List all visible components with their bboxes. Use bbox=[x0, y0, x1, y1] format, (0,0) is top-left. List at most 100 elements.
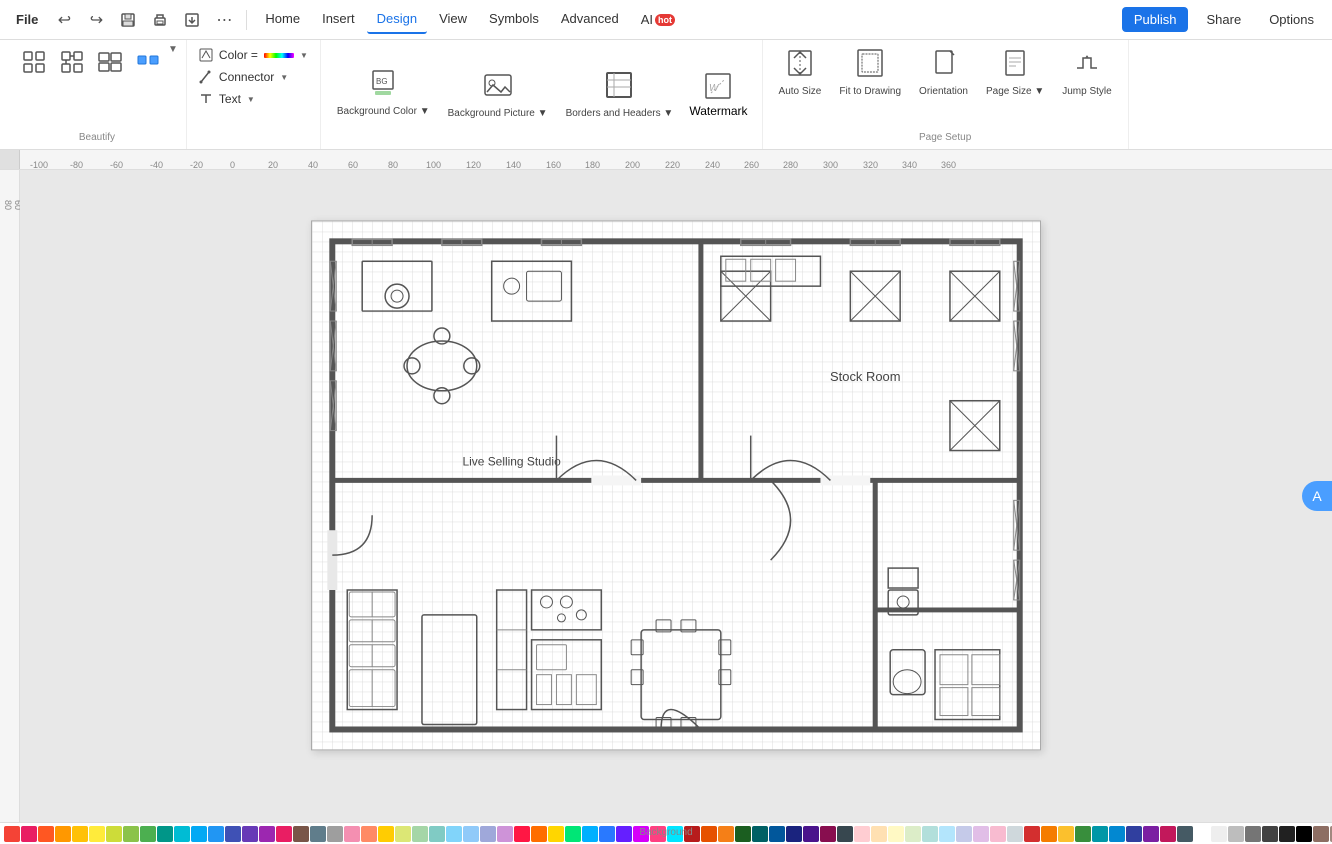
canvas-area[interactable]: Live Selling Studio bbox=[20, 170, 1332, 822]
color-swatch-item[interactable] bbox=[497, 826, 513, 842]
color-row[interactable]: Color = ▼ bbox=[195, 46, 312, 64]
color-swatch-item[interactable] bbox=[922, 826, 938, 842]
text-row[interactable]: Text ▼ bbox=[195, 90, 312, 108]
ai-assistant-button[interactable]: A bbox=[1302, 481, 1332, 511]
color-swatch-item[interactable] bbox=[361, 826, 377, 842]
color-swatch-item[interactable] bbox=[1041, 826, 1057, 842]
watermark-button[interactable]: W Watermark bbox=[683, 67, 753, 122]
beautify-more-arrow[interactable]: ▼ bbox=[168, 44, 178, 80]
nav-design[interactable]: Design bbox=[367, 5, 427, 34]
orientation-button[interactable]: Orientation bbox=[911, 44, 976, 102]
color-swatch-item[interactable] bbox=[1075, 826, 1091, 842]
color-swatch-item[interactable] bbox=[956, 826, 972, 842]
color-swatch-item[interactable] bbox=[123, 826, 139, 842]
color-swatch-item[interactable] bbox=[1092, 826, 1108, 842]
color-swatch-item[interactable] bbox=[973, 826, 989, 842]
color-swatch-item[interactable] bbox=[1245, 826, 1261, 842]
color-swatch-item[interactable] bbox=[225, 826, 241, 842]
redo-button[interactable]: ↪ bbox=[82, 6, 110, 34]
color-swatch-item[interactable] bbox=[786, 826, 802, 842]
bg-picture-button[interactable]: Background Picture ▼ bbox=[440, 66, 556, 124]
color-swatch-item[interactable] bbox=[582, 826, 598, 842]
color-swatch-item[interactable] bbox=[310, 826, 326, 842]
color-swatch-item[interactable] bbox=[888, 826, 904, 842]
color-swatch-item[interactable] bbox=[395, 826, 411, 842]
color-swatch-item[interactable] bbox=[157, 826, 173, 842]
color-swatch-item[interactable] bbox=[599, 826, 615, 842]
color-swatch-item[interactable] bbox=[446, 826, 462, 842]
share-button[interactable]: Share bbox=[1196, 7, 1251, 32]
color-swatch-item[interactable] bbox=[174, 826, 190, 842]
color-swatch-item[interactable] bbox=[565, 826, 581, 842]
color-swatch-item[interactable] bbox=[208, 826, 224, 842]
color-swatch-item[interactable] bbox=[531, 826, 547, 842]
color-swatch-item[interactable] bbox=[837, 826, 853, 842]
color-swatch-item[interactable] bbox=[463, 826, 479, 842]
color-swatch-item[interactable] bbox=[429, 826, 445, 842]
bg-color-button[interactable]: BG Background Color ▼ bbox=[329, 64, 438, 122]
color-swatch-item[interactable] bbox=[752, 826, 768, 842]
nav-symbols[interactable]: Symbols bbox=[479, 5, 549, 34]
color-swatch-item[interactable] bbox=[1058, 826, 1074, 842]
color-swatch-item[interactable] bbox=[990, 826, 1006, 842]
color-swatch-item[interactable] bbox=[72, 826, 88, 842]
color-swatch-item[interactable] bbox=[106, 826, 122, 842]
color-swatch-item[interactable] bbox=[276, 826, 292, 842]
color-swatch-item[interactable] bbox=[854, 826, 870, 842]
color-swatch-item[interactable] bbox=[1262, 826, 1278, 842]
page-size-button[interactable]: Page Size ▼ bbox=[978, 44, 1052, 102]
nav-insert[interactable]: Insert bbox=[312, 5, 365, 34]
color-swatch-item[interactable] bbox=[769, 826, 785, 842]
color-swatch-item[interactable] bbox=[38, 826, 54, 842]
color-swatch-item[interactable] bbox=[1313, 826, 1329, 842]
color-swatch-item[interactable] bbox=[4, 826, 20, 842]
color-swatch-item[interactable] bbox=[1126, 826, 1142, 842]
color-swatch-item[interactable] bbox=[616, 826, 632, 842]
color-swatch-item[interactable] bbox=[1109, 826, 1125, 842]
auto-size-button[interactable]: Auto Size bbox=[771, 44, 830, 102]
beautify-icon2[interactable] bbox=[54, 44, 90, 80]
color-swatch-item[interactable] bbox=[21, 826, 37, 842]
color-swatch-item[interactable] bbox=[378, 826, 394, 842]
color-swatch-item[interactable] bbox=[55, 826, 71, 842]
beautify-icon3[interactable] bbox=[92, 44, 128, 80]
color-swatch-item[interactable] bbox=[548, 826, 564, 842]
jump-style-button[interactable]: Jump Style bbox=[1054, 44, 1119, 102]
color-swatch-item[interactable] bbox=[242, 826, 258, 842]
color-swatch-item[interactable] bbox=[905, 826, 921, 842]
export-button[interactable] bbox=[178, 6, 206, 34]
color-swatch-item[interactable] bbox=[1194, 826, 1210, 842]
color-swatch-item[interactable] bbox=[1007, 826, 1023, 842]
beautify-icon1[interactable] bbox=[16, 44, 52, 80]
options-button[interactable]: Options bbox=[1259, 7, 1324, 32]
nav-view[interactable]: View bbox=[429, 5, 477, 34]
file-button[interactable]: File bbox=[8, 8, 46, 31]
color-swatch-item[interactable] bbox=[327, 826, 343, 842]
color-swatch-item[interactable] bbox=[412, 826, 428, 842]
borders-button[interactable]: Borders and Headers ▼ bbox=[558, 66, 682, 124]
color-swatch-item[interactable] bbox=[820, 826, 836, 842]
publish-button[interactable]: Publish bbox=[1122, 7, 1189, 32]
color-swatch-item[interactable] bbox=[514, 826, 530, 842]
connector-row[interactable]: Connector ▼ bbox=[195, 68, 312, 86]
color-swatch-item[interactable] bbox=[259, 826, 275, 842]
color-swatch-item[interactable] bbox=[701, 826, 717, 842]
color-swatch-item[interactable] bbox=[735, 826, 751, 842]
color-swatch-item[interactable] bbox=[1177, 826, 1193, 842]
color-swatch-item[interactable] bbox=[1296, 826, 1312, 842]
nav-ai[interactable]: AIhot bbox=[631, 5, 685, 34]
color-swatch-item[interactable] bbox=[1143, 826, 1159, 842]
color-swatch-item[interactable] bbox=[191, 826, 207, 842]
color-swatch-item[interactable] bbox=[871, 826, 887, 842]
more-button[interactable]: ⋯ bbox=[210, 6, 238, 34]
color-swatch-item[interactable] bbox=[344, 826, 360, 842]
nav-home[interactable]: Home bbox=[255, 5, 310, 34]
undo-button[interactable]: ↩ bbox=[50, 6, 78, 34]
color-swatch-item[interactable] bbox=[1211, 826, 1227, 842]
print-button[interactable] bbox=[146, 6, 174, 34]
save-button[interactable] bbox=[114, 6, 142, 34]
color-swatch-item[interactable] bbox=[293, 826, 309, 842]
beautify-icon4[interactable] bbox=[130, 44, 166, 80]
color-swatch-item[interactable] bbox=[1228, 826, 1244, 842]
color-swatch-item[interactable] bbox=[1160, 826, 1176, 842]
